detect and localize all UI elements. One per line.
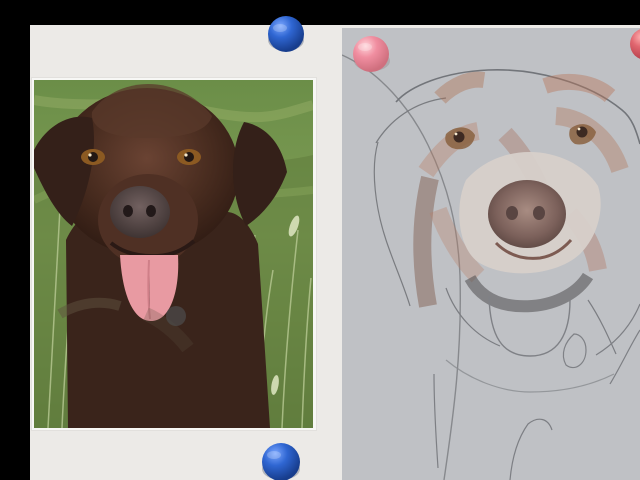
artwork-layer: [34, 16, 640, 480]
pink-magnet-icon: [353, 36, 390, 72]
blue-magnet-top-icon: [268, 16, 304, 52]
chocolate-labrador-photo-icon: [34, 80, 313, 428]
dog-portrait-pencil-sketch-icon: [342, 54, 640, 480]
red-magnet-edge-icon: [630, 29, 640, 59]
scene: [0, 0, 640, 480]
blue-magnet-bottom-icon: [262, 443, 300, 480]
